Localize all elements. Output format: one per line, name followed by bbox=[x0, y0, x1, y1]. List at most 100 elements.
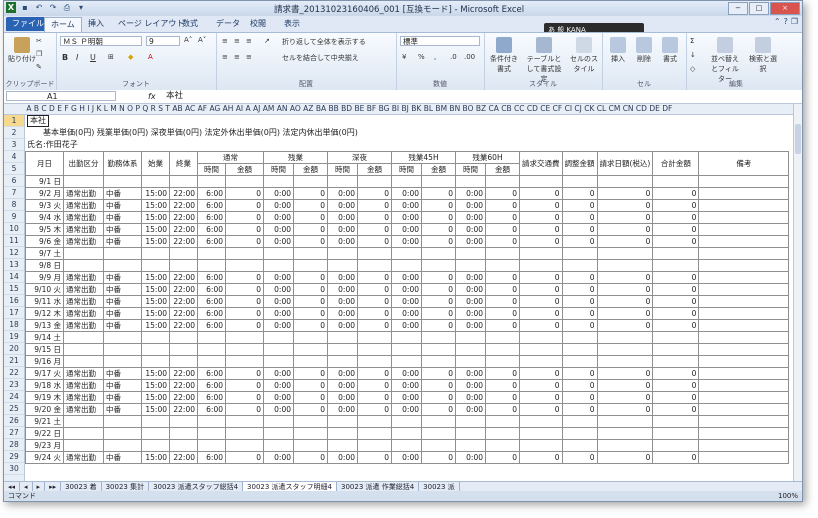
table-cell[interactable]: 0 bbox=[596, 211, 654, 224]
table-cell[interactable]: 9/21 土 bbox=[25, 415, 64, 428]
tab-insert[interactable]: 挿入 bbox=[82, 17, 110, 31]
table-cell[interactable] bbox=[197, 427, 226, 440]
table-cell[interactable]: 中番 bbox=[103, 187, 142, 200]
table-cell[interactable] bbox=[293, 175, 328, 188]
table-cell[interactable]: 0 bbox=[485, 199, 520, 212]
table-cell[interactable]: 0 bbox=[225, 283, 264, 296]
table-cell[interactable] bbox=[141, 427, 170, 440]
table-cell[interactable] bbox=[293, 439, 328, 452]
table-cell[interactable] bbox=[698, 247, 790, 260]
table-cell[interactable]: 通常出勤 bbox=[63, 379, 104, 392]
fill-color-icon[interactable]: ◆ bbox=[128, 53, 133, 61]
table-cell[interactable] bbox=[63, 415, 104, 428]
table-cell[interactable]: 15:00 bbox=[141, 211, 170, 224]
table-cell[interactable] bbox=[103, 259, 142, 272]
table-cell[interactable]: 0 bbox=[519, 187, 563, 200]
table-cell[interactable]: 0:00 bbox=[391, 199, 422, 212]
table-cell[interactable] bbox=[357, 175, 392, 188]
row-header[interactable]: 20 bbox=[4, 343, 24, 355]
table-cell[interactable]: 0 bbox=[596, 379, 654, 392]
table-cell[interactable]: 中番 bbox=[103, 379, 142, 392]
insert-function-icon[interactable]: fx bbox=[148, 90, 156, 103]
table-cell[interactable] bbox=[698, 283, 790, 296]
table-cell[interactable]: 0 bbox=[519, 379, 563, 392]
table-cell[interactable]: 0 bbox=[421, 211, 456, 224]
table-cell[interactable]: 0:00 bbox=[327, 295, 358, 308]
table-cell[interactable] bbox=[698, 355, 790, 368]
table-cell[interactable]: 0 bbox=[519, 451, 563, 464]
table-cell[interactable] bbox=[141, 355, 170, 368]
table-cell[interactable]: 0 bbox=[293, 235, 328, 248]
table-cell[interactable]: 0 bbox=[519, 391, 563, 404]
table-cell[interactable]: 22:00 bbox=[169, 211, 198, 224]
table-cell[interactable] bbox=[357, 439, 392, 452]
table-cell[interactable] bbox=[293, 331, 328, 344]
autosum-icon[interactable]: Σ bbox=[690, 37, 694, 45]
table-cell[interactable] bbox=[63, 427, 104, 440]
table-cell[interactable]: 0 bbox=[652, 235, 700, 248]
tab-home[interactable]: ホーム bbox=[44, 17, 82, 32]
table-cell[interactable]: 0:00 bbox=[327, 391, 358, 404]
border-icon[interactable]: ⊞ bbox=[108, 53, 114, 61]
align-right-icon[interactable]: ≡ bbox=[246, 53, 252, 61]
table-cell[interactable]: 0 bbox=[596, 307, 654, 320]
table-cell[interactable] bbox=[391, 259, 422, 272]
row-header[interactable]: 9 bbox=[4, 211, 24, 223]
table-cell[interactable] bbox=[485, 175, 520, 188]
table-cell[interactable]: 0 bbox=[485, 307, 520, 320]
table-cell[interactable]: 0:00 bbox=[455, 271, 486, 284]
align-bottom-icon[interactable]: ≡ bbox=[246, 37, 252, 45]
table-cell[interactable] bbox=[169, 415, 198, 428]
table-cell[interactable] bbox=[698, 187, 790, 200]
table-cell[interactable]: 9/10 火 bbox=[25, 283, 64, 296]
table-cell[interactable]: 0 bbox=[421, 199, 456, 212]
table-cell[interactable] bbox=[698, 271, 790, 284]
table-cell[interactable]: 0:00 bbox=[263, 187, 294, 200]
table-cell[interactable]: 0:00 bbox=[391, 451, 422, 464]
table-cell[interactable] bbox=[225, 343, 264, 356]
table-cell[interactable]: 9/15 日 bbox=[25, 343, 64, 356]
table-cell[interactable] bbox=[455, 247, 486, 260]
table-cell[interactable]: 9/14 土 bbox=[25, 331, 64, 344]
table-cell[interactable] bbox=[485, 259, 520, 272]
row-header[interactable]: 24 bbox=[4, 391, 24, 403]
table-cell[interactable]: 6:00 bbox=[197, 283, 226, 296]
table-cell[interactable]: 22:00 bbox=[169, 235, 198, 248]
table-cell[interactable] bbox=[421, 439, 456, 452]
table-cell[interactable] bbox=[197, 175, 226, 188]
table-cell[interactable] bbox=[327, 259, 358, 272]
table-cell[interactable]: 0:00 bbox=[391, 295, 422, 308]
table-cell[interactable] bbox=[103, 175, 142, 188]
table-cell[interactable] bbox=[63, 355, 104, 368]
table-cell[interactable]: 0:00 bbox=[455, 199, 486, 212]
table-cell[interactable]: 0 bbox=[561, 379, 598, 392]
table-cell[interactable]: 6:00 bbox=[197, 379, 226, 392]
table-cell[interactable] bbox=[263, 439, 294, 452]
comma-icon[interactable]: , bbox=[434, 53, 436, 61]
table-cell[interactable] bbox=[485, 427, 520, 440]
table-cell[interactable] bbox=[485, 343, 520, 356]
table-cell[interactable]: 22:00 bbox=[169, 223, 198, 236]
table-cell[interactable] bbox=[391, 355, 422, 368]
table-cell[interactable]: 通常出勤 bbox=[63, 403, 104, 416]
table-cell[interactable]: 通常出勤 bbox=[63, 451, 104, 464]
table-cell[interactable] bbox=[455, 259, 486, 272]
table-cell[interactable] bbox=[596, 427, 654, 440]
table-cell[interactable] bbox=[103, 343, 142, 356]
table-cell[interactable] bbox=[391, 415, 422, 428]
table-cell[interactable]: 0:00 bbox=[391, 211, 422, 224]
table-cell[interactable]: 6:00 bbox=[197, 223, 226, 236]
table-cell[interactable] bbox=[357, 247, 392, 260]
table-cell[interactable] bbox=[391, 427, 422, 440]
table-cell[interactable]: 0 bbox=[293, 451, 328, 464]
table-cell[interactable]: 0 bbox=[596, 391, 654, 404]
table-cell[interactable] bbox=[561, 427, 598, 440]
table-cell[interactable] bbox=[519, 259, 563, 272]
table-cell[interactable] bbox=[698, 391, 790, 404]
table-cell[interactable]: 0 bbox=[421, 367, 456, 380]
decrease-decimal-icon[interactable]: .00 bbox=[464, 53, 475, 61]
table-cell[interactable] bbox=[596, 415, 654, 428]
table-cell[interactable]: 0:00 bbox=[455, 307, 486, 320]
table-cell[interactable]: 0 bbox=[652, 187, 700, 200]
table-cell[interactable]: 0 bbox=[485, 211, 520, 224]
